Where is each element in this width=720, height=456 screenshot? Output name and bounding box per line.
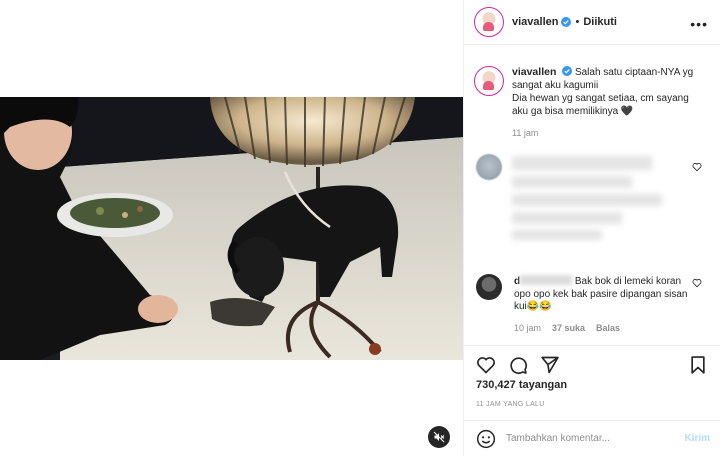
post-header: viavallen • Diikuti •••	[464, 0, 720, 45]
caption-time: 11 jam	[512, 128, 539, 138]
like-comment-heart-icon[interactable]	[692, 278, 702, 288]
comment-likes[interactable]: 37 suka	[552, 323, 585, 333]
blurred-avatar	[476, 154, 502, 180]
post-video[interactable]	[0, 97, 463, 360]
blurred-comment	[464, 152, 720, 248]
posted-time: 11 JAM YANG LALU	[476, 401, 545, 408]
commenter-avatar[interactable]	[476, 274, 502, 300]
post-comment-button[interactable]: Kirim	[684, 433, 710, 444]
caption-username[interactable]: viavallen	[512, 66, 556, 78]
post-side-panel: viavallen • Diikuti ••• viavallen Salah …	[463, 0, 720, 456]
mute-button[interactable]	[428, 426, 450, 448]
follow-status-button[interactable]: Diikuti	[583, 16, 617, 28]
like-comment-heart-icon[interactable]	[692, 162, 702, 172]
verified-badge-icon	[562, 66, 573, 76]
instagram-post: viavallen • Diikuti ••• viavallen Salah …	[0, 0, 720, 456]
comments-scroll-area[interactable]: viavallen Salah satu ciptaan-NYA yg sang…	[464, 46, 720, 344]
comment-text: d Bak bok di lemeki koran opo opo kek ba…	[514, 275, 689, 314]
caption: viavallen Salah satu ciptaan-NYA yg sang…	[464, 46, 720, 118]
caption-text: viavallen Salah satu ciptaan-NYA yg sang…	[512, 66, 707, 118]
avatar[interactable]	[474, 7, 504, 37]
video-frame	[0, 97, 463, 360]
verified-badge-icon	[561, 17, 572, 27]
comment-icon[interactable]	[508, 355, 528, 375]
comment-meta: 10 jam 37 suka Balas	[514, 323, 620, 333]
media-area	[0, 0, 463, 456]
add-comment-bar: Kirim	[464, 420, 720, 456]
speaker-muted-icon	[433, 431, 445, 443]
emoji-icon[interactable]	[476, 429, 496, 449]
more-dots-icon[interactable]: •••	[690, 16, 708, 32]
add-comment-input[interactable]	[506, 433, 676, 444]
save-bookmark-icon[interactable]	[688, 355, 708, 375]
header-username[interactable]: viavallen	[512, 16, 558, 28]
separator-dot: •	[575, 16, 580, 28]
view-count[interactable]: 730,427 tayangan	[476, 379, 567, 391]
reply-button[interactable]: Balas	[596, 323, 620, 333]
action-bar	[464, 345, 720, 383]
caption-line-2: Dia hewan yg sangat setiaa, cm sayang ak…	[512, 93, 689, 117]
redacted-username	[520, 275, 573, 285]
heart-icon[interactable]	[476, 355, 496, 375]
share-icon[interactable]	[540, 355, 560, 375]
caption-avatar[interactable]	[474, 66, 504, 96]
comment-time: 10 jam	[514, 323, 542, 333]
